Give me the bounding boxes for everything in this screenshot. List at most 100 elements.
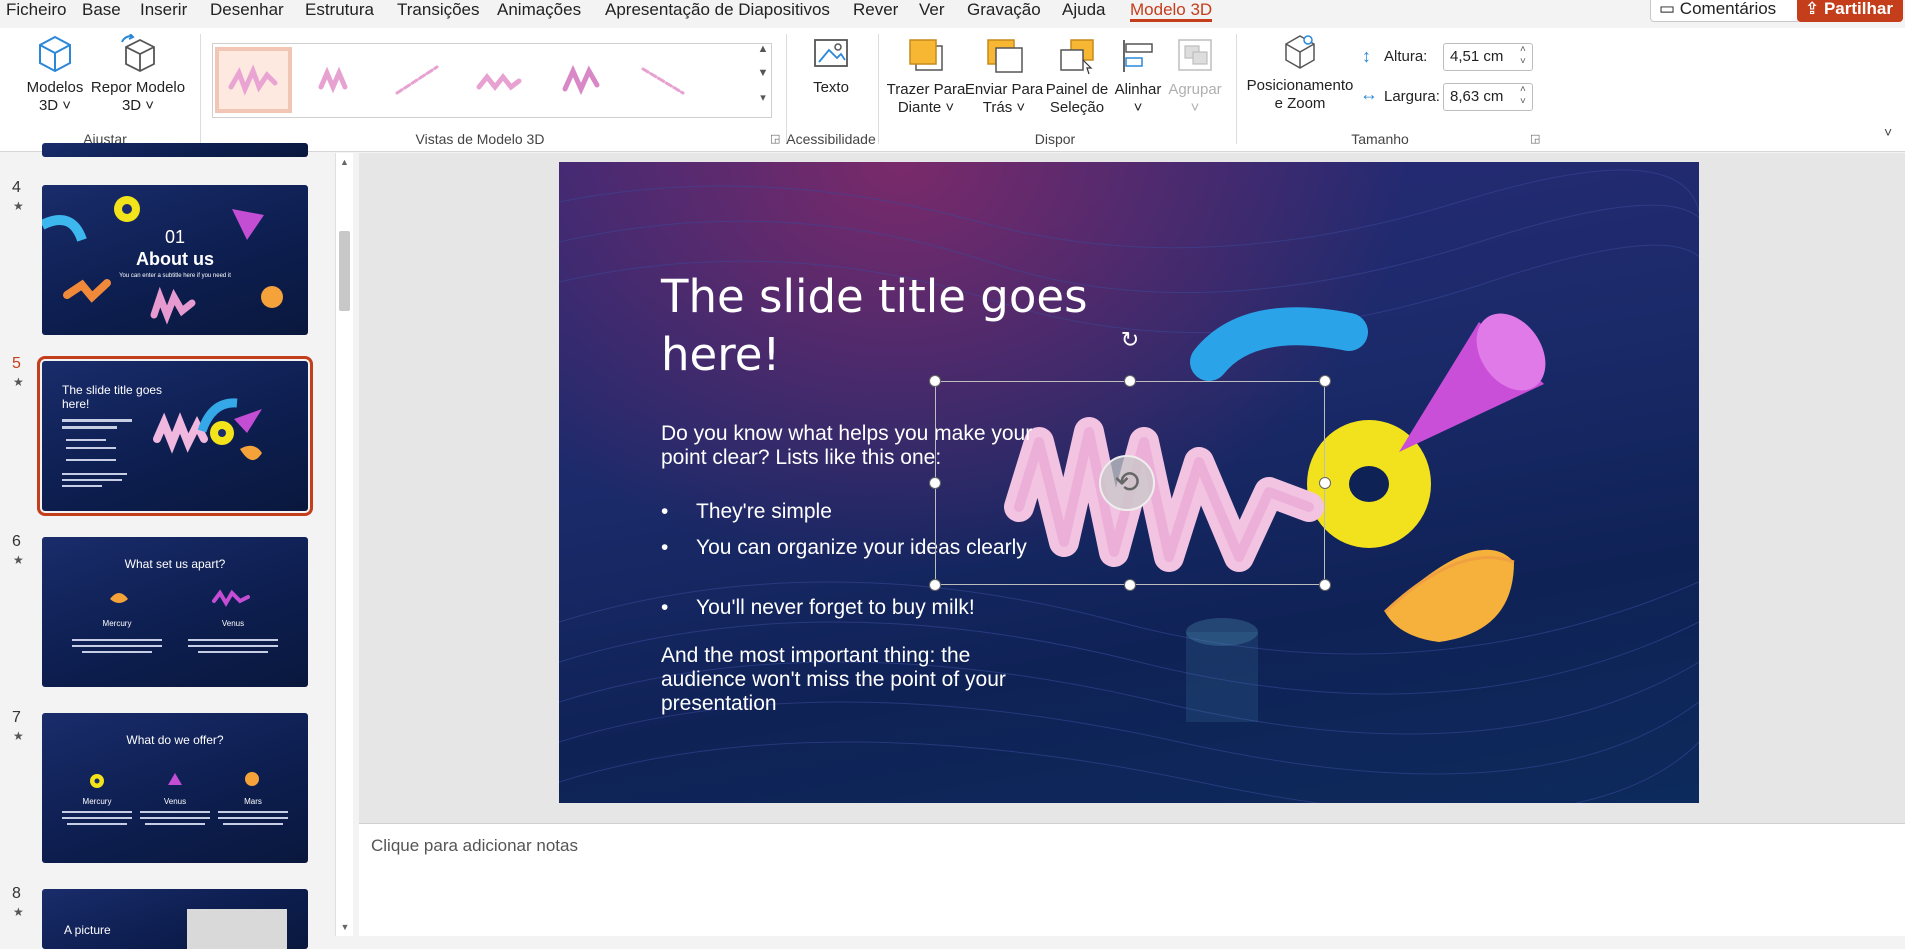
- posicionamento-label-1: Posicionamento: [1246, 77, 1354, 94]
- send-backward-icon: [987, 39, 1023, 73]
- trazer-para-diante-button[interactable]: Trazer Para Diante ˅: [884, 36, 968, 117]
- chevron-down-icon: ˅: [58, 97, 72, 114]
- slide-thumbnail-8[interactable]: A picture: [42, 889, 308, 949]
- resize-handle[interactable]: [1319, 375, 1331, 387]
- painel-selecao-button[interactable]: Painel de Seleção: [1042, 36, 1112, 117]
- alinhar-label: Alinhar: [1114, 81, 1162, 98]
- menu-transicoes[interactable]: Transições: [397, 0, 480, 20]
- menu-animacoes[interactable]: Animações: [497, 0, 581, 20]
- share-label: Partilhar: [1823, 0, 1893, 18]
- thumbnail-art: [62, 772, 288, 825]
- thumbnail-col-title: Mercury: [82, 797, 112, 806]
- chevron-up-icon[interactable]: ▲: [754, 43, 772, 67]
- enviar-label-1: Enviar Para: [964, 81, 1044, 98]
- vista-option[interactable]: [215, 47, 292, 113]
- dialog-launcher-icon[interactable]: ◲: [770, 132, 780, 145]
- chevron-down-icon[interactable]: ▼: [754, 67, 772, 91]
- menu-inserir[interactable]: Inserir: [140, 0, 187, 20]
- chevron-down-icon: ˅: [1012, 99, 1026, 116]
- comments-button[interactable]: ▭ Comentários: [1650, 0, 1800, 22]
- reset-cube-icon: [121, 33, 155, 73]
- slide-title[interactable]: The slide title goes here!: [661, 268, 1131, 384]
- notes-pane[interactable]: Clique para adicionar notas: [359, 823, 1905, 936]
- thumbnail-art: [62, 398, 262, 487]
- scrollbar-thumb[interactable]: [339, 231, 350, 311]
- modelos-3d-label-2: 3D: [38, 97, 59, 114]
- menu-ajuda[interactable]: Ajuda: [1062, 0, 1105, 20]
- thumbnails-scrollbar[interactable]: ▲ ▼: [335, 153, 353, 936]
- thumbnail-subtitle: You can enter a subtitle here if you nee…: [119, 273, 231, 279]
- animation-star-icon: ★: [13, 375, 24, 389]
- menu-base[interactable]: Base: [82, 0, 121, 20]
- rotate-handle-icon[interactable]: ↻: [1117, 327, 1143, 353]
- menu-estrutura[interactable]: Estrutura: [305, 0, 374, 20]
- altura-spinner[interactable]: ˄ ˅: [1520, 44, 1526, 68]
- share-button[interactable]: ⇪ Partilhar: [1797, 0, 1903, 22]
- selection-pane-icon: [1060, 39, 1094, 75]
- squiggle-thumbnail-icon: [476, 72, 522, 92]
- gallery-more-icon[interactable]: ▾: [754, 91, 772, 115]
- menu-ficheiro[interactable]: Ficheiro: [6, 0, 66, 20]
- posicionamento-zoom-button[interactable]: Posicionamento e Zoom: [1244, 32, 1356, 113]
- squiggle-thumbnail-icon: [395, 65, 439, 95]
- group-separator: [878, 34, 879, 144]
- slide-number: 8: [12, 885, 21, 902]
- bullet-dot: •: [661, 596, 669, 619]
- largura-label: Largura:: [1384, 88, 1440, 105]
- group-separator: [786, 34, 787, 144]
- slide-thumbnail-7[interactable]: What do we offer? Mercury Venus Mars: [42, 713, 308, 863]
- animation-star-icon: ★: [13, 905, 24, 919]
- resize-handle[interactable]: [929, 579, 941, 591]
- vista-option[interactable]: [461, 47, 538, 113]
- vista-option[interactable]: [625, 47, 702, 113]
- slide-thumbnail-5[interactable]: The slide title goes here!: [37, 356, 313, 516]
- vista-option[interactable]: [543, 47, 620, 113]
- group-separator: [200, 34, 201, 144]
- 3d-rotate-control-icon[interactable]: ⟲: [1099, 455, 1155, 511]
- painel-label-2: Seleção: [1049, 99, 1105, 116]
- slide-closing-text[interactable]: And the most important thing: the audien…: [661, 644, 1031, 716]
- chevron-up-icon[interactable]: ▲: [336, 157, 353, 167]
- slide-thumbnail-partial[interactable]: [42, 143, 308, 157]
- dialog-launcher-icon[interactable]: ◲: [1530, 132, 1540, 145]
- resize-handle[interactable]: [1124, 579, 1136, 591]
- repor-modelo-3d-button[interactable]: Repor Modelo 3D ˅: [88, 33, 188, 115]
- largura-spinner[interactable]: ˄ ˅: [1520, 84, 1526, 108]
- enviar-para-tras-button[interactable]: Enviar Para Trás ˅: [964, 36, 1044, 117]
- menu-ver[interactable]: Ver: [919, 0, 945, 20]
- menu-rever[interactable]: Rever: [853, 0, 898, 20]
- animation-star-icon: ★: [13, 729, 24, 743]
- texto-button[interactable]: Texto: [800, 36, 862, 97]
- slide-thumbnail-4[interactable]: 01 About us You can enter a subtitle her…: [42, 185, 308, 335]
- painel-label-1: Painel de: [1045, 81, 1109, 98]
- agrupar-button[interactable]: Agrupar ˅: [1162, 36, 1228, 117]
- alinhar-button[interactable]: Alinhar ˅: [1112, 36, 1164, 117]
- collapse-ribbon-icon[interactable]: ˅: [1884, 124, 1892, 140]
- gallery-scroll: ▲ ▼ ▾: [754, 43, 774, 118]
- menu-desenhar[interactable]: Desenhar: [210, 0, 284, 20]
- repor-label-1: Repor Modelo: [90, 79, 186, 96]
- vista-option[interactable]: [297, 47, 374, 113]
- menu-apresentacao[interactable]: Apresentação de Diapositivos: [605, 0, 830, 20]
- resize-handle[interactable]: [1319, 579, 1331, 591]
- modelos-3d-button[interactable]: Modelos 3D ˅: [20, 34, 90, 115]
- slide-thumbnail-6[interactable]: What set us apart? Mercury Venus: [42, 537, 308, 687]
- group-icon: [1178, 39, 1212, 71]
- menu-gravacao[interactable]: Gravação: [967, 0, 1041, 20]
- bullet-dot: •: [661, 536, 669, 559]
- resize-handle[interactable]: [1124, 375, 1136, 387]
- slide-number: 5: [12, 355, 21, 372]
- resize-handle[interactable]: [929, 375, 941, 387]
- menu-modelo-3d[interactable]: Modelo 3D: [1130, 0, 1213, 22]
- resize-handle[interactable]: [1319, 477, 1331, 489]
- trazer-label-2: Diante: [897, 99, 942, 116]
- bring-forward-icon: [909, 39, 943, 71]
- bullet-item[interactable]: You'll never forget to buy milk!: [696, 596, 1036, 620]
- chevron-down-icon[interactable]: ▼: [336, 922, 354, 932]
- resize-handle[interactable]: [929, 477, 941, 489]
- modelos-3d-label-1: Modelos: [26, 79, 84, 96]
- slide-thumbnails-pane: 4 ★ 01 About us You can enter a subtitle…: [0, 143, 352, 949]
- enviar-label-2: Trás: [982, 99, 1013, 116]
- menu-bar: Ficheiro Base Inserir Desenhar Estrutura…: [0, 0, 1905, 22]
- vista-option[interactable]: [379, 47, 456, 113]
